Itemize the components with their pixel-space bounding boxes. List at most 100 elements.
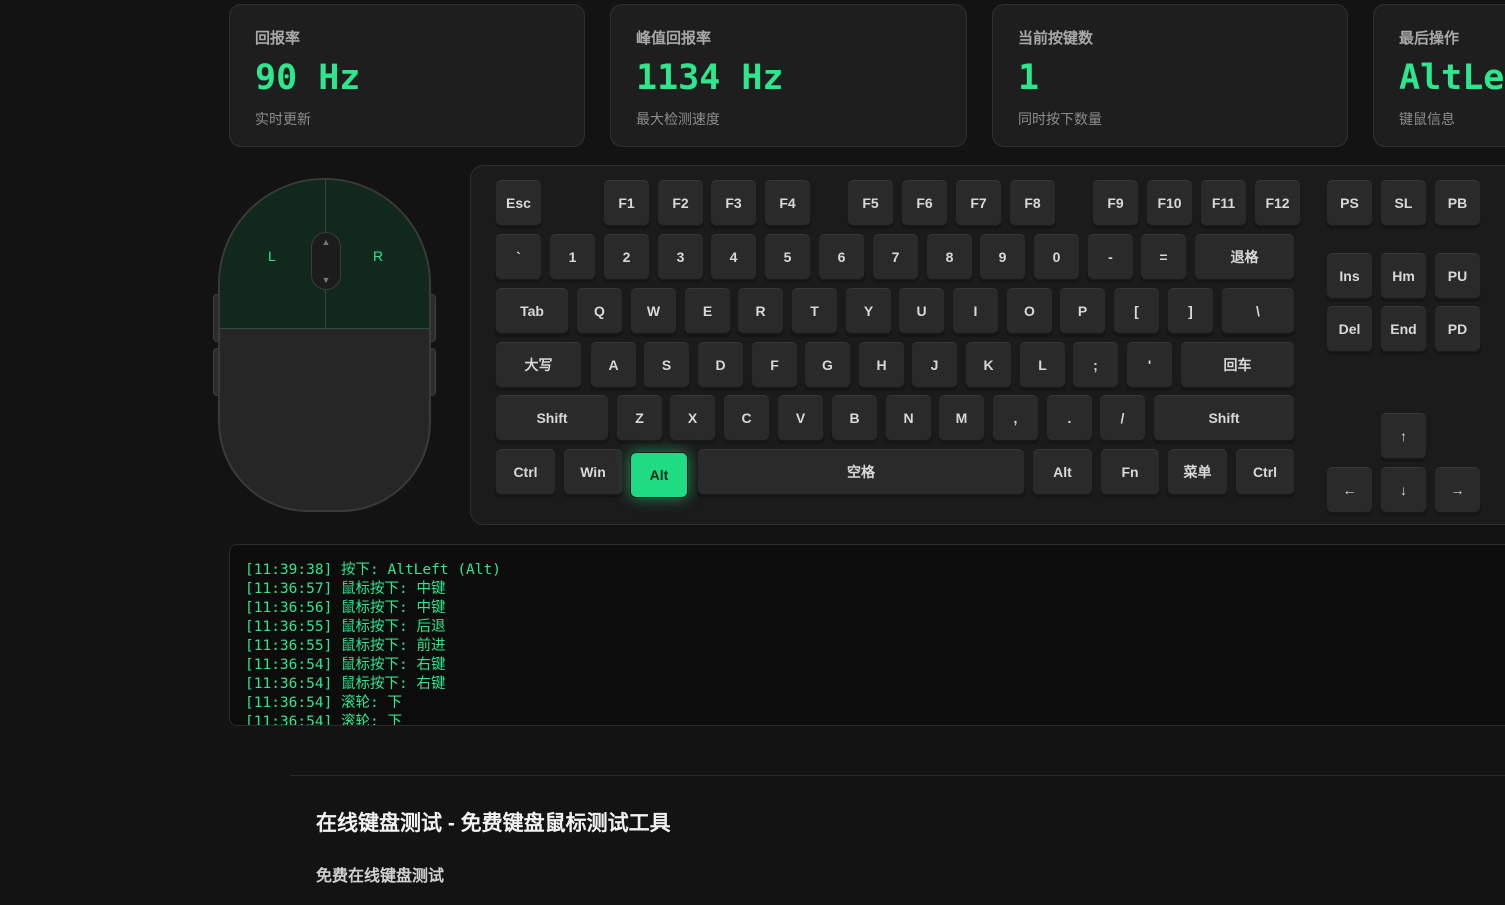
key-2-4[interactable]: R xyxy=(737,287,784,334)
key-5-4[interactable]: Alt xyxy=(1032,448,1093,495)
key-2-10[interactable]: P xyxy=(1059,287,1106,334)
key-1-7[interactable]: 7 xyxy=(872,233,919,280)
key-2-5[interactable]: T xyxy=(791,287,838,334)
key-1-8[interactable]: 8 xyxy=(926,233,973,280)
arrow-up-key[interactable]: ↑ xyxy=(1380,412,1427,459)
key-1-10[interactable]: 0 xyxy=(1033,233,1080,280)
key-1-12[interactable]: = xyxy=(1140,233,1187,280)
mouse-illustration: L R ▲ ▼ xyxy=(218,178,431,512)
key-3-3[interactable]: D xyxy=(697,341,744,388)
key-1-13[interactable]: 退格 xyxy=(1194,233,1295,280)
key-0-10[interactable]: F10 xyxy=(1146,179,1193,226)
key-3-2[interactable]: S xyxy=(643,341,690,388)
key-5-5[interactable]: Fn xyxy=(1100,448,1160,495)
key-2-6[interactable]: Y xyxy=(845,287,892,334)
key-3-10[interactable]: ; xyxy=(1072,341,1119,388)
key-3-11[interactable]: ' xyxy=(1126,341,1173,388)
nav-key-7[interactable]: End xyxy=(1380,305,1427,352)
nav-key-5[interactable]: PU xyxy=(1434,252,1481,299)
arrow-right-key[interactable]: → xyxy=(1434,466,1481,513)
mouse-left-button[interactable]: L xyxy=(268,248,276,264)
key-0-7[interactable]: F7 xyxy=(955,179,1002,226)
key-3-1[interactable]: A xyxy=(590,341,637,388)
key-2-8[interactable]: I xyxy=(952,287,999,334)
key-3-0[interactable]: 大写 xyxy=(495,341,582,388)
key-0-9[interactable]: F9 xyxy=(1092,179,1139,226)
key-2-9[interactable]: O xyxy=(1006,287,1053,334)
key-5-3[interactable]: 空格 xyxy=(697,448,1025,495)
arrow-left-key[interactable]: ← xyxy=(1326,466,1373,513)
key-0-8[interactable]: F8 xyxy=(1009,179,1056,226)
key-1-4[interactable]: 4 xyxy=(710,233,757,280)
key-4-1[interactable]: Z xyxy=(616,394,663,441)
key-4-7[interactable]: M xyxy=(938,394,985,441)
stat-value: 90 Hz xyxy=(255,58,361,98)
key-1-9[interactable]: 9 xyxy=(979,233,1026,280)
stat-card-key-count: 当前按键数 1 同时按下数量 xyxy=(992,4,1348,147)
key-2-7[interactable]: U xyxy=(898,287,945,334)
key-5-2[interactable]: Alt xyxy=(630,452,688,498)
nav-key-2[interactable]: PB xyxy=(1434,179,1481,226)
event-log: [11:39:38] 按下: AltLeft (Alt) [11:36:57] 鼠… xyxy=(229,544,1505,726)
key-4-10[interactable]: / xyxy=(1099,394,1146,441)
key-3-5[interactable]: G xyxy=(804,341,851,388)
mouse-right-button[interactable]: R xyxy=(373,248,383,264)
key-3-7[interactable]: J xyxy=(911,341,958,388)
key-0-0[interactable]: Esc xyxy=(495,179,542,226)
key-1-6[interactable]: 6 xyxy=(818,233,865,280)
key-2-11[interactable]: [ xyxy=(1113,287,1160,334)
key-4-5[interactable]: B xyxy=(831,394,878,441)
key-5-0[interactable]: Ctrl xyxy=(495,448,556,495)
key-4-11[interactable]: Shift xyxy=(1153,394,1295,441)
key-3-8[interactable]: K xyxy=(965,341,1012,388)
key-4-4[interactable]: V xyxy=(777,394,824,441)
key-4-9[interactable]: . xyxy=(1046,394,1093,441)
key-1-0[interactable]: ` xyxy=(495,233,542,280)
key-0-2[interactable]: F2 xyxy=(657,179,704,226)
key-0-12[interactable]: F12 xyxy=(1254,179,1301,226)
key-4-6[interactable]: N xyxy=(885,394,932,441)
key-2-12[interactable]: ] xyxy=(1167,287,1214,334)
key-1-5[interactable]: 5 xyxy=(764,233,811,280)
key-5-6[interactable]: 菜单 xyxy=(1167,448,1228,495)
key-5-7[interactable]: Ctrl xyxy=(1235,448,1295,495)
key-1-11[interactable]: - xyxy=(1087,233,1134,280)
key-4-8[interactable]: , xyxy=(992,394,1039,441)
nav-key-6[interactable]: Del xyxy=(1326,305,1373,352)
key-3-4[interactable]: F xyxy=(751,341,798,388)
key-0-4[interactable]: F4 xyxy=(764,179,811,226)
key-1-2[interactable]: 2 xyxy=(603,233,650,280)
key-2-13[interactable]: \ xyxy=(1221,287,1295,334)
key-2-1[interactable]: Q xyxy=(576,287,623,334)
nav-key-3[interactable]: Ins xyxy=(1326,252,1373,299)
key-2-0[interactable]: Tab xyxy=(495,287,569,334)
key-1-1[interactable]: 1 xyxy=(549,233,596,280)
log-line: [11:36:54] 鼠标按下: 右键 xyxy=(245,657,446,673)
stat-value: 1134 Hz xyxy=(636,58,784,98)
key-0-1[interactable]: F1 xyxy=(603,179,650,226)
key-0-3[interactable]: F3 xyxy=(710,179,757,226)
key-4-3[interactable]: C xyxy=(723,394,770,441)
key-4-2[interactable]: X xyxy=(669,394,716,441)
key-4-0[interactable]: Shift xyxy=(495,394,609,441)
nav-key-4[interactable]: Hm xyxy=(1380,252,1427,299)
key-3-9[interactable]: L xyxy=(1019,341,1066,388)
key-2-3[interactable]: E xyxy=(684,287,731,334)
nav-key-0[interactable]: PS xyxy=(1326,179,1373,226)
article-title: 在线键盘测试 - 免费键盘鼠标测试工具 xyxy=(316,812,671,835)
key-2-2[interactable]: W xyxy=(630,287,677,334)
nav-key-1[interactable]: SL xyxy=(1380,179,1427,226)
key-1-3[interactable]: 3 xyxy=(657,233,704,280)
key-0-6[interactable]: F6 xyxy=(901,179,948,226)
stat-sub: 同时按下数量 xyxy=(1018,111,1102,127)
key-0-11[interactable]: F11 xyxy=(1200,179,1247,226)
key-5-1[interactable]: Win xyxy=(563,448,623,495)
arrow-down-key[interactable]: ↓ xyxy=(1380,466,1427,513)
mouse-scroll-wheel[interactable]: ▲ ▼ xyxy=(311,232,341,290)
nav-key-8[interactable]: PD xyxy=(1434,305,1481,352)
stat-card-report-rate: 回报率 90 Hz 实时更新 xyxy=(229,4,585,147)
key-0-5[interactable]: F5 xyxy=(847,179,894,226)
key-3-6[interactable]: H xyxy=(858,341,905,388)
log-line: [11:36:54] 鼠标按下: 右键 xyxy=(245,676,446,692)
key-3-12[interactable]: 回车 xyxy=(1180,341,1295,388)
